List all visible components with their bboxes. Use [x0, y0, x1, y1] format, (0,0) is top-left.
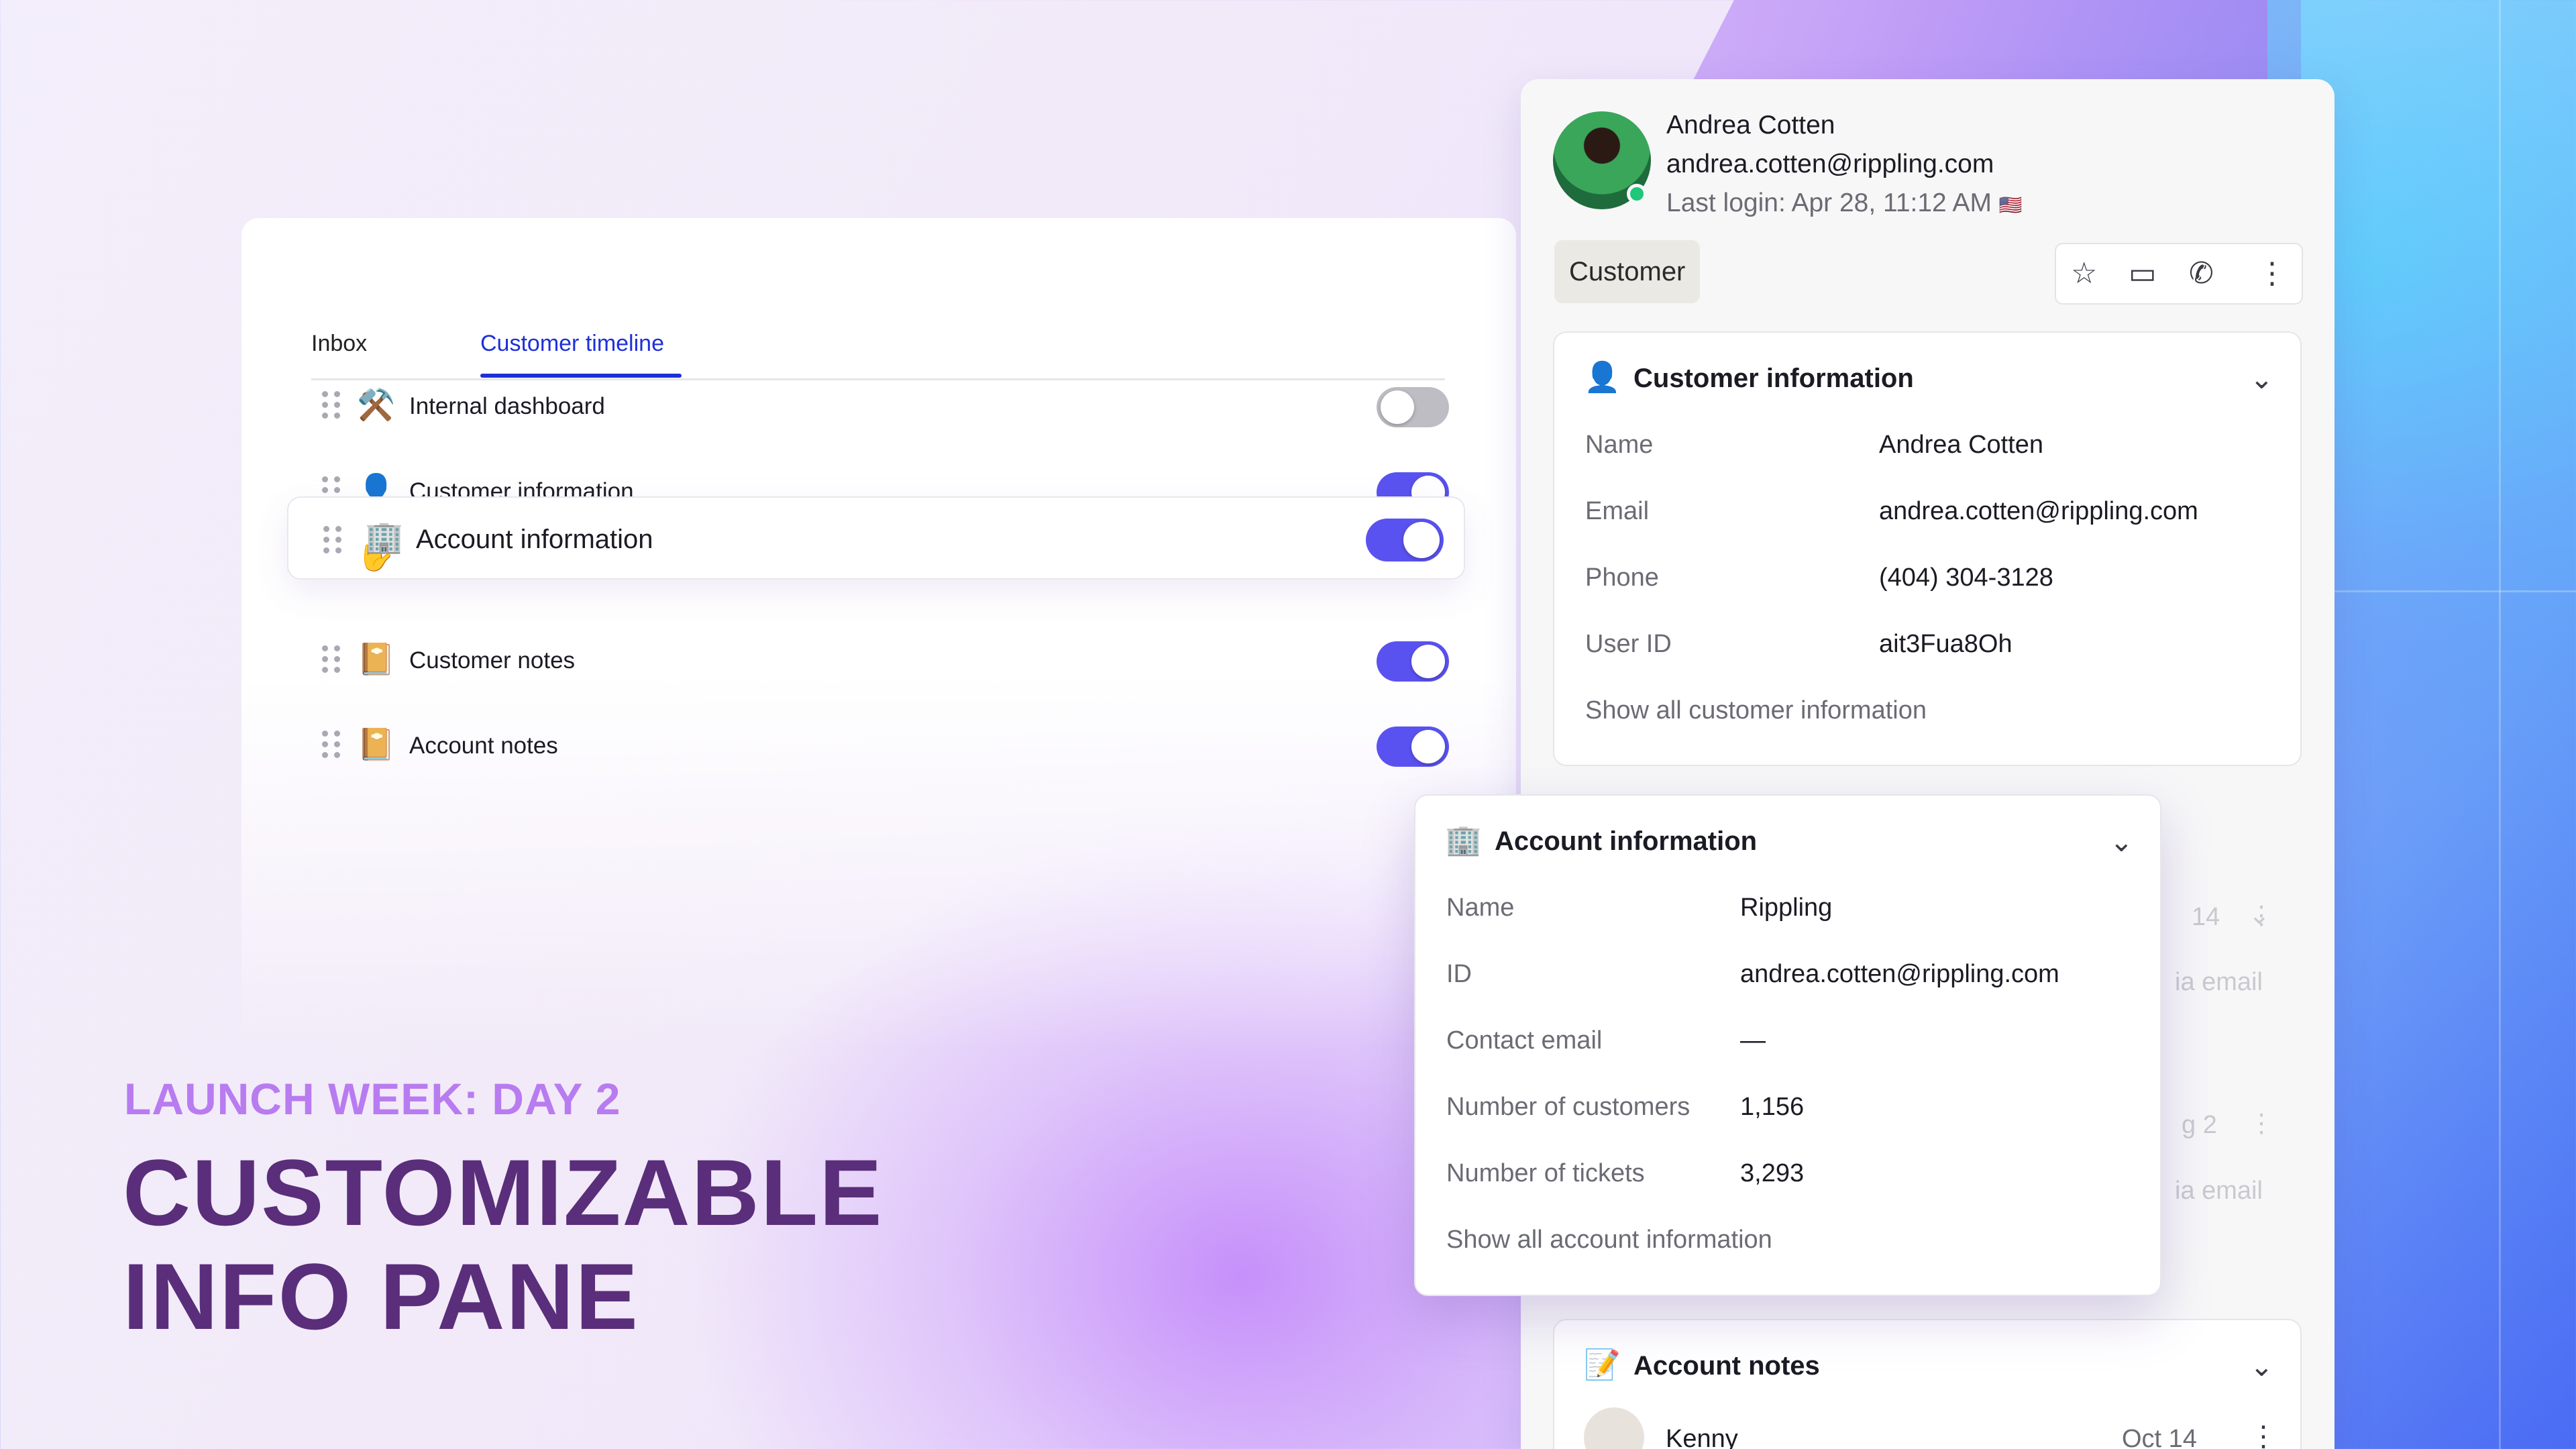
background-gridline	[2499, 0, 2501, 1449]
show-all-account-info-link[interactable]: Show all account information	[1446, 1226, 1772, 1254]
ghost-email: ia email	[2175, 968, 2263, 996]
tab-customer-timeline[interactable]: Customer timeline	[480, 331, 664, 357]
ghost-email: ia email	[2175, 1177, 2263, 1205]
chevron-down-icon[interactable]: ⌄	[2110, 825, 2133, 858]
ghost-date: 14	[2192, 903, 2220, 931]
office-building-icon: 🏢	[365, 519, 404, 554]
more-options-icon[interactable]: ⋮	[2249, 1419, 2277, 1449]
pane-settings-card: Inbox Customer timeline ⚒️ Internal dash…	[241, 218, 1516, 1050]
widget-label: Customer notes	[409, 647, 576, 674]
customer-role-chip[interactable]: Customer	[1554, 240, 1701, 303]
background-gridline	[2334, 590, 2576, 592]
toggle-switch[interactable]	[1377, 727, 1449, 767]
online-status-icon	[1627, 184, 1647, 204]
card-title: Customer information	[1633, 364, 1914, 393]
ghost-more-icon: ⋮	[2249, 1110, 2274, 1138]
ghost-date: g 2	[2182, 1111, 2217, 1139]
phone-icon[interactable]: ✆	[2189, 256, 2214, 290]
widget-label: Internal dashboard	[409, 393, 605, 419]
promo-headline: CUSTOMIZABLE INFO PANE	[123, 1140, 883, 1348]
toggle-switch[interactable]	[1377, 641, 1449, 682]
drag-handle-icon[interactable]	[323, 526, 343, 553]
contact-actions: ☆ ▭ ✆ ⋮	[2055, 243, 2303, 305]
drag-handle-icon[interactable]	[322, 645, 342, 673]
widget-row-account-information[interactable]: ✋ 🏢 Account information	[287, 496, 1465, 580]
last-login: Last login: Apr 28, 11:12 AM 🇺🇸	[1666, 189, 2023, 217]
new-ticket-icon[interactable]: ☆	[2071, 256, 2097, 290]
tools-icon: ⚒️	[357, 387, 396, 422]
widget-label: Account notes	[409, 733, 558, 759]
show-all-customer-info-link[interactable]: Show all customer information	[1585, 696, 1927, 725]
account-information-card-dragging[interactable]: 🏢 Account information ⌄ Name Rippling ID a…	[1414, 794, 2161, 1296]
launch-week-kicker: LAUNCH WEEK: DAY 2	[124, 1074, 621, 1124]
headline-line: CUSTOMIZABLE	[123, 1140, 883, 1245]
toggle-switch[interactable]	[1377, 387, 1449, 427]
note-date: Oct 14	[2122, 1425, 2197, 1449]
us-flag-icon: 🇺🇸	[1998, 195, 2023, 215]
video-call-icon[interactable]: ▭	[2129, 256, 2157, 290]
drag-handle-icon[interactable]	[322, 731, 342, 758]
profile-name: Andrea Cotten	[1666, 111, 1835, 140]
memo-icon: 📝	[1584, 1348, 1621, 1381]
drag-handle-icon[interactable]	[322, 391, 342, 419]
notebook-icon: 📔	[357, 727, 396, 761]
chevron-down-icon[interactable]: ⌄	[2250, 1350, 2273, 1383]
avatar	[1584, 1407, 1644, 1449]
chevron-down-icon[interactable]: ⌄	[2250, 362, 2273, 395]
widget-row-account-notes[interactable]: 📔 Account notes	[309, 710, 1449, 777]
notebook-icon: 📔	[357, 641, 396, 676]
customer-information-card: 👤 Customer information ⌄ Name Andrea Cott…	[1553, 331, 2302, 766]
person-icon: 👤	[1584, 361, 1621, 394]
note-author: Kenny	[1666, 1425, 1738, 1449]
account-notes-card: 📝 Account notes ⌄ Kenny Oct 14 ⋮	[1553, 1319, 2302, 1449]
office-building-icon: 🏢	[1445, 824, 1482, 857]
ghost-more-icon: ⋮	[2249, 902, 2274, 930]
tab-bar: Inbox Customer timeline	[311, 272, 1445, 380]
profile-email[interactable]: andrea.cotten@rippling.com	[1666, 145, 2023, 184]
widget-row-customer-notes[interactable]: 📔 Customer notes	[309, 625, 1449, 692]
more-options-icon[interactable]: ⋮	[2257, 256, 2287, 290]
card-title: Account information	[1495, 826, 1758, 856]
widget-row-internal-dashboard[interactable]: ⚒️ Internal dashboard	[309, 371, 1449, 438]
headline-line: INFO PANE	[123, 1244, 639, 1349]
card-title: Account notes	[1633, 1351, 1820, 1381]
widget-label: Account information	[416, 525, 653, 554]
tab-inbox[interactable]: Inbox	[311, 331, 367, 357]
profile-summary: Andrea Cotten andrea.cotten@rippling.com…	[1666, 106, 2023, 225]
toggle-switch[interactable]	[1366, 519, 1444, 561]
